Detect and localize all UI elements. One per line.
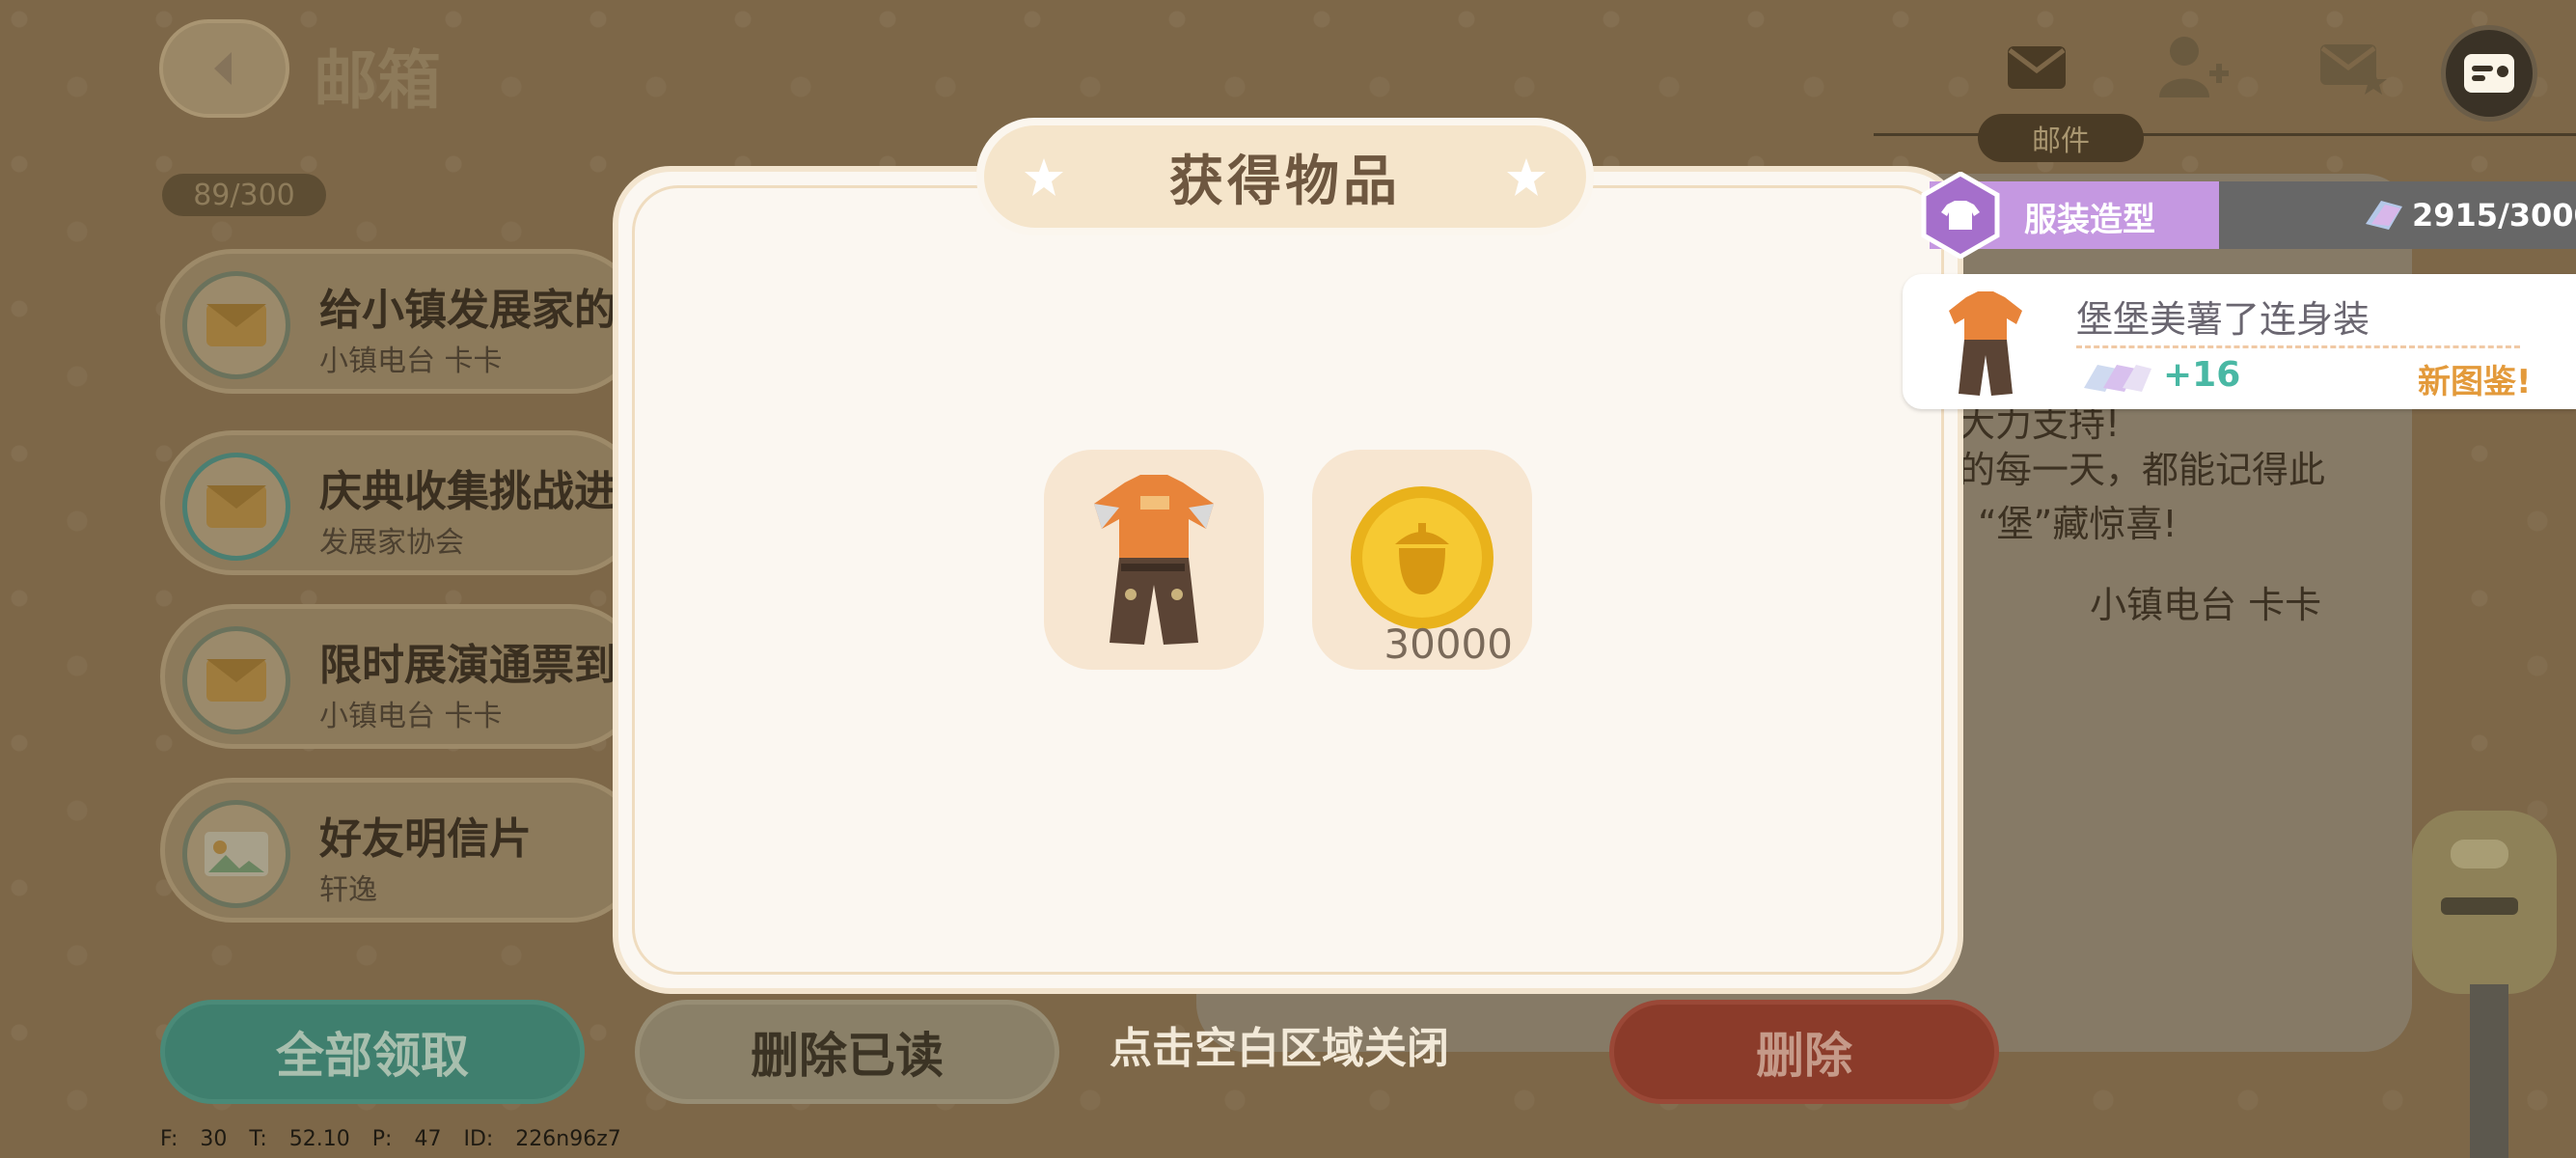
mail-sender: 发展家协会 [319,526,464,560]
star-icon [1507,158,1546,196]
outfit-category-icon [1921,172,2000,259]
back-button[interactable] [159,19,289,118]
reward-slot-coin[interactable]: 30000 [1312,450,1532,670]
reward-amount: 30000 [1384,620,1513,668]
reward-slot-outfit[interactable] [1044,450,1264,670]
profile-icon [2464,54,2514,93]
close-hint: 点击空白区域关闭 [1110,1024,1449,1073]
dialog-header: 获得物品 [976,118,1594,235]
mail-list-item[interactable]: 好友明信片 轩逸 [160,778,643,923]
reward-dialog [613,166,1963,994]
mail-count-badge: 89/300 [162,174,326,216]
friends-tab[interactable] [2150,29,2236,106]
postcard-icon [182,800,290,908]
profile-button[interactable] [2441,25,2537,122]
points-gained: +16 [2163,355,2241,395]
mail-title: 好友明信片 [319,814,532,864]
divider [2076,345,2520,348]
mail-sender: 小镇电台 卡卡 [319,700,503,733]
mailbox-icon [2412,811,2557,1158]
mail-icon [2008,46,2066,89]
collection-points-icon [2366,201,2402,230]
mail-sender: 小镇电台 卡卡 [319,345,503,378]
dialog-title: 获得物品 [1169,150,1401,213]
envelope-icon [182,271,290,379]
collection-points-icon [2084,365,2151,392]
outfit-thumbnail-icon [1949,291,2022,396]
letter-signature: 小镇电台 卡卡 [2090,584,2322,626]
delete-read-button[interactable]: 删除已读 [635,1000,1059,1104]
back-arrow-icon [213,52,232,85]
dialog-border [632,185,1944,975]
mail-tab[interactable] [1993,29,2080,106]
starred-mail-icon [2320,44,2387,95]
add-friend-icon [2159,37,2229,97]
mail-title: 庆典收集挑战进 [319,467,617,516]
outfit-icon [1094,475,1214,645]
collection-category: 服装造型 [2024,201,2155,239]
new-item-name: 堡堡美薯了连身装 [2076,298,2370,341]
debug-info: F: 30 T: 52.10 P: 47 ID: 226n96z7 [160,1127,621,1151]
game-screen[interactable]: 邮箱 89/300 给小镇发展家的 小镇电台 卡卡 庆典收集挑战进 发展家协会 … [0,0,2576,1158]
letter-line: 的每一天，都能记得此 [1959,449,2326,491]
starred-mail-tab[interactable] [2310,29,2397,106]
delete-button[interactable]: 删除 [1609,1000,1999,1104]
star-icon [1025,158,1063,196]
mail-title: 给小镇发展家的 [319,286,617,335]
debug-id: ID: 226n96z7 [463,1127,621,1151]
mail-list-item[interactable]: 给小镇发展家的 小镇电台 卡卡 [160,249,643,394]
page-title: 邮箱 [314,43,441,118]
mail-list-item[interactable]: 庆典收集挑战进 发展家协会 [160,430,643,575]
mail-list-item[interactable]: 限时展演通票到 小镇电台 卡卡 [160,604,643,749]
letter-line: “堡”藏惊喜! [1978,503,2178,545]
collection-progress: 2915/3000 [2412,197,2576,234]
mail-tab-label: 邮件 [1978,114,2144,162]
debug-f: F: 30 [160,1127,228,1151]
debug-t: T: 52.10 [249,1127,350,1151]
mail-sender: 轩逸 [319,873,377,907]
new-badge: 新图鉴! [2418,363,2532,401]
claim-all-button[interactable]: 全部领取 [160,1000,585,1104]
envelope-icon [182,626,290,734]
envelope-icon [182,453,290,561]
debug-p: P: 47 [371,1127,442,1151]
mail-title: 限时展演通票到 [319,641,617,690]
